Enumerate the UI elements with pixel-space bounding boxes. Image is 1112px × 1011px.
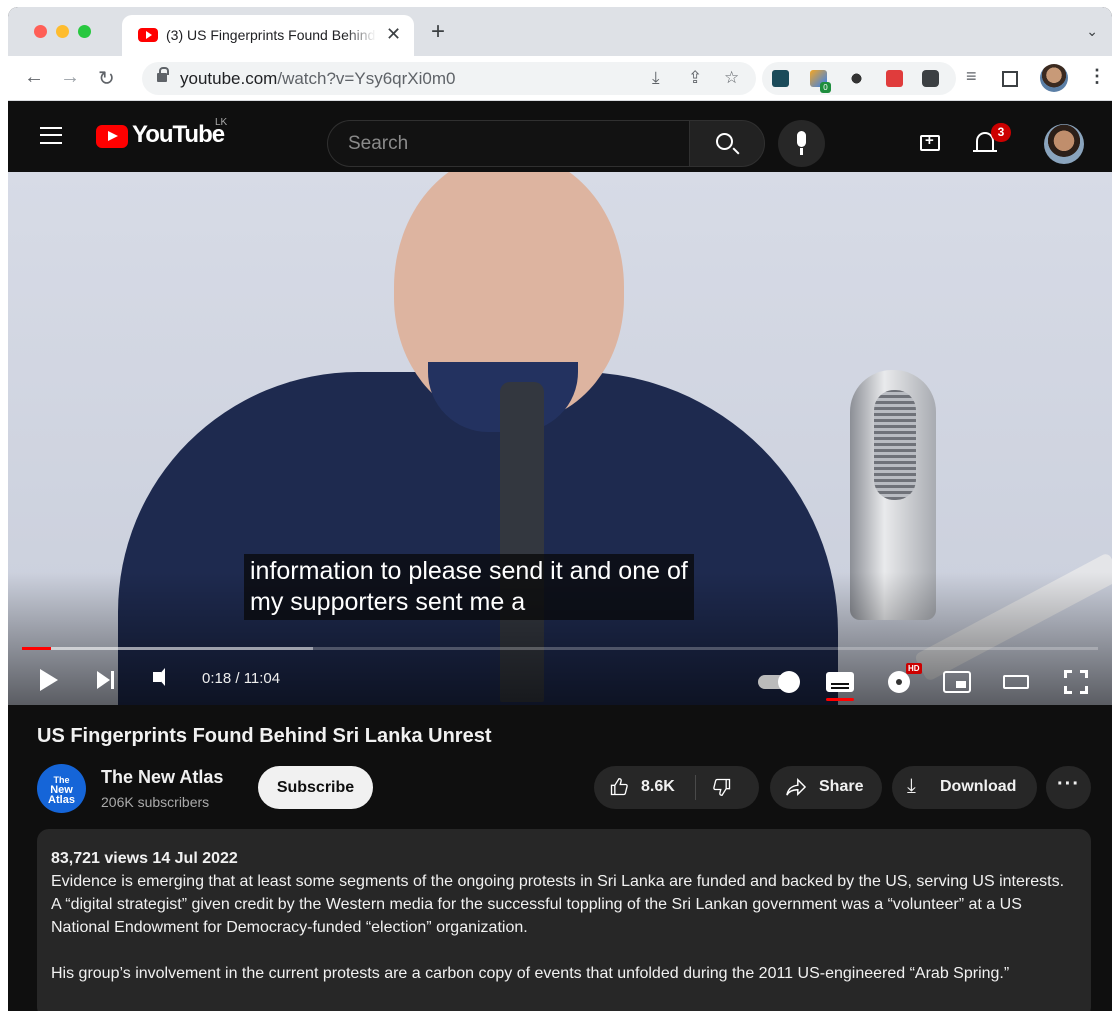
theater-mode-icon[interactable]	[1003, 675, 1029, 689]
download-label: Download	[940, 778, 1017, 795]
channel-avatar[interactable]: The New Atlas	[37, 764, 86, 813]
new-tab-button[interactable]: +	[431, 18, 445, 46]
video-title: US Fingerprints Found Behind Sri Lanka U…	[37, 725, 492, 747]
subscriber-count: 206K subscribers	[101, 794, 210, 810]
tab-title: (3) US Fingerprints Found Behind Sri Lan…	[166, 27, 376, 43]
minimize-window-button[interactable]	[56, 25, 69, 38]
video-frame-microphone-grill	[874, 390, 916, 500]
description-paragraph-2: His group’s involvement in the current p…	[51, 965, 1010, 982]
side-panel-icon[interactable]	[1002, 71, 1018, 87]
back-arrow-icon[interactable]: ←	[24, 66, 44, 89]
fullscreen-corner	[1080, 686, 1088, 694]
subtitles-cc-icon[interactable]	[826, 672, 854, 692]
tab-close-button[interactable]: ✕	[386, 24, 401, 45]
download-button[interactable]: ⤓ Download	[892, 766, 1037, 809]
volume-icon[interactable]	[153, 668, 165, 686]
bookmark-star-icon[interactable]: ☆	[724, 68, 739, 88]
miniplayer-icon[interactable]	[943, 671, 971, 693]
user-avatar[interactable]	[1044, 124, 1084, 164]
play-icon[interactable]	[40, 669, 58, 691]
notification-count-badge: 3	[991, 123, 1011, 142]
fullscreen-corner	[1064, 686, 1072, 694]
browser-menu-icon[interactable]: ⋮	[1088, 66, 1106, 87]
download-icon: ⤓	[907, 775, 916, 797]
puzzle-extensions-icon[interactable]	[922, 70, 939, 87]
youtube-header: YouTube LK Search 3	[8, 102, 1112, 172]
voice-search-mic-icon[interactable]	[778, 120, 825, 167]
url-host: youtube.com	[180, 69, 278, 88]
lock-icon[interactable]	[157, 67, 169, 82]
fullscreen-icon[interactable]	[1064, 670, 1088, 694]
share-arrow-icon	[786, 777, 807, 797]
url-path: /watch?v=Ysy6qrXi0m0	[277, 69, 456, 88]
hamburger-menu-icon[interactable]	[40, 127, 62, 144]
browser-window: (3) US Fingerprints Found Behind Sri Lan…	[8, 7, 1112, 1011]
close-window-button[interactable]	[34, 25, 47, 38]
search-button[interactable]	[689, 120, 765, 167]
binoculars-extension-icon[interactable]	[848, 70, 865, 87]
views-and-date: 83,721 views 14 Jul 2022	[51, 850, 238, 867]
description-paragraph-1: Evidence is emerging that at least some …	[51, 873, 1065, 936]
country-code: LK	[215, 117, 228, 128]
browser-toolbar: ← → ↻ youtube.com/watch?v=Ysy6qrXi0m0 ⤓ …	[8, 56, 1112, 101]
browser-profile-avatar[interactable]	[1040, 64, 1068, 92]
create-video-icon[interactable]	[920, 132, 940, 151]
progress-played	[22, 647, 52, 650]
hd-badge: HD	[906, 663, 922, 674]
subtitle-caption: information to please send it and one of…	[244, 554, 694, 620]
extensions-group: 0	[762, 62, 956, 95]
more-actions-button[interactable]: ···	[1046, 766, 1091, 809]
search-icon	[716, 133, 733, 150]
search-placeholder: Search	[348, 133, 409, 154]
thumbs-up-icon[interactable]	[609, 777, 629, 797]
tab-search-chevron-icon[interactable]: ⌄	[1086, 23, 1098, 40]
browser-tab[interactable]: (3) US Fingerprints Found Behind Sri Lan…	[122, 15, 414, 56]
ct-extension-icon[interactable]	[772, 70, 789, 87]
like-dislike-group: 8.6K	[594, 766, 759, 809]
video-player[interactable]: information to please send it and one of…	[8, 172, 1112, 705]
thumbs-down-icon[interactable]	[712, 777, 732, 797]
fullscreen-corner	[1080, 670, 1088, 678]
reading-list-icon[interactable]: ≡	[966, 66, 977, 87]
settings-gear-icon[interactable]	[888, 671, 910, 693]
caption-line-2: my supporters sent me a	[250, 588, 526, 616]
share-label: Share	[819, 778, 864, 795]
extension-badge: 0	[820, 82, 831, 93]
url-text[interactable]: youtube.com/watch?v=Ysy6qrXi0m0	[180, 69, 455, 89]
search-input[interactable]: Search	[327, 120, 689, 167]
address-bar[interactable]: youtube.com/watch?v=Ysy6qrXi0m0 ⤓ ⇪ ☆	[142, 62, 756, 95]
share-page-icon[interactable]: ⇪	[688, 68, 702, 88]
channel-name[interactable]: The New Atlas	[101, 767, 223, 788]
share-button[interactable]: Share	[770, 766, 882, 809]
install-app-icon[interactable]: ⤓	[652, 68, 660, 88]
youtube-logo-icon[interactable]	[96, 125, 128, 148]
next-video-icon[interactable]	[97, 671, 114, 689]
like-divider	[695, 775, 696, 800]
red-play-extension-icon[interactable]	[886, 70, 903, 87]
like-count[interactable]: 8.6K	[641, 778, 675, 796]
youtube-favicon-icon	[138, 28, 158, 42]
reload-icon[interactable]: ↻	[98, 66, 115, 91]
description-box[interactable]: 83,721 views 14 Jul 2022 Evidence is eme…	[37, 829, 1091, 1011]
progress-bar[interactable]	[22, 647, 1098, 650]
subscribe-button[interactable]: Subscribe	[258, 766, 373, 809]
forward-arrow-icon[interactable]: →	[60, 66, 80, 89]
progress-buffered	[22, 647, 313, 650]
maximize-window-button[interactable]	[78, 25, 91, 38]
youtube-logo-text[interactable]: YouTube	[132, 121, 225, 149]
time-display: 0:18 / 11:04	[202, 670, 281, 687]
channel-avatar-line: Atlas	[48, 794, 75, 806]
subtitles-active-indicator	[826, 698, 854, 701]
fullscreen-corner	[1064, 670, 1072, 678]
tab-strip: (3) US Fingerprints Found Behind Sri Lan…	[8, 7, 1112, 56]
caption-line-1: information to please send it and one of	[250, 557, 688, 585]
autoplay-toggle[interactable]	[758, 671, 800, 693]
